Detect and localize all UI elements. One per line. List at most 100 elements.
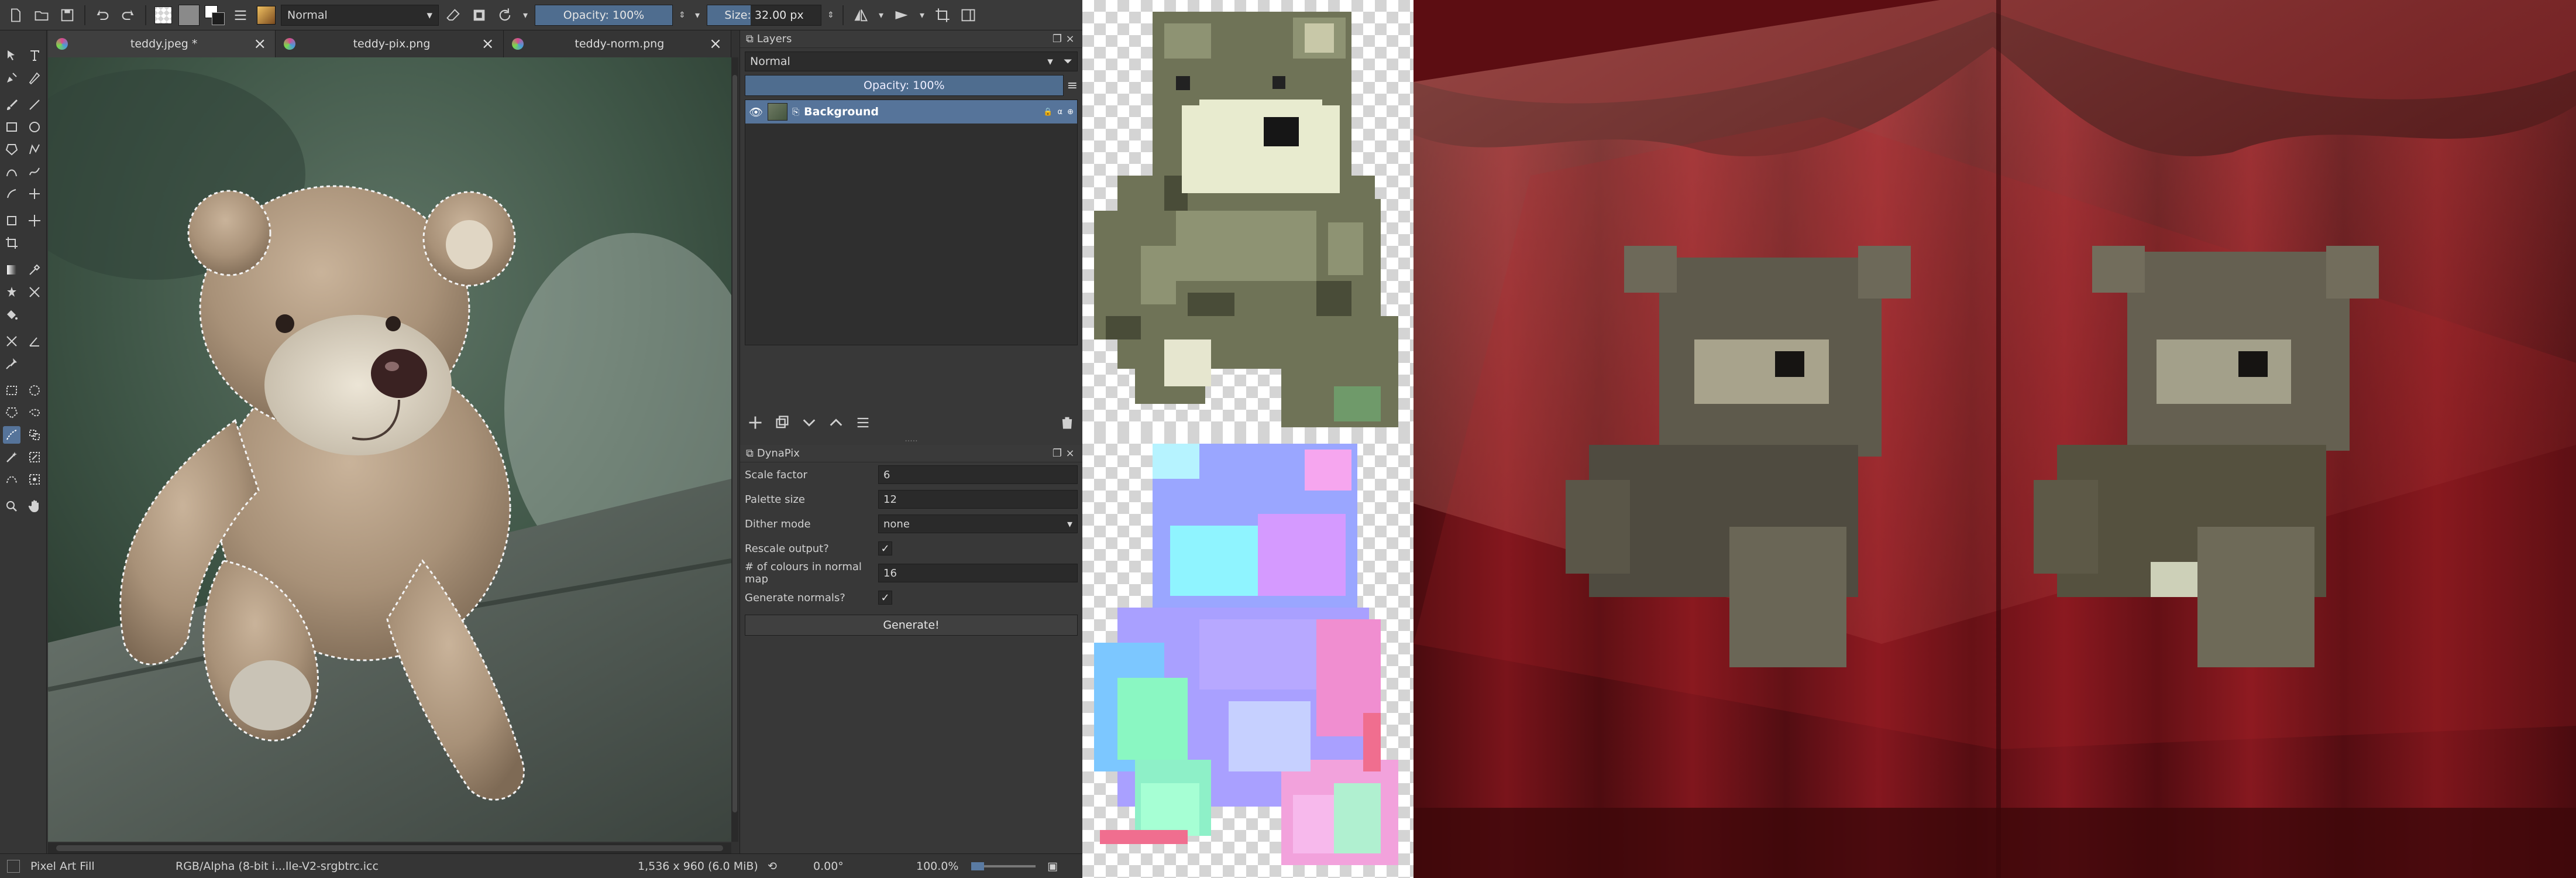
generate-button[interactable]: Generate!	[745, 615, 1078, 636]
rect-select-icon[interactable]	[3, 382, 20, 399]
generate-normals-checkbox[interactable]: ✓	[878, 591, 892, 605]
zoom-value[interactable]: 100.0%	[916, 860, 958, 873]
layer-properties-icon[interactable]	[855, 414, 871, 434]
canvas-only-icon[interactable]	[957, 4, 979, 26]
eraser-icon[interactable]	[442, 4, 465, 26]
layer-options-menu-icon[interactable]: ≡	[1067, 78, 1078, 93]
close-icon[interactable]: ×	[1064, 33, 1077, 45]
tab-teddy-norm[interactable]: teddy-norm.png ×	[503, 30, 731, 57]
gradient-pattern-icon[interactable]	[152, 4, 174, 26]
bezier-select-icon[interactable]	[3, 471, 20, 488]
opacity-slider[interactable]: Opacity: 100%	[535, 4, 673, 26]
scrollbar-thumb[interactable]	[732, 75, 737, 812]
spin-arrows-icon[interactable]: ⇕	[825, 4, 837, 26]
scrollbar-thumb[interactable]	[56, 845, 723, 851]
chevron-down-icon[interactable]: ▾	[875, 4, 887, 26]
color-profile-label[interactable]: RGB/Alpha (8-bit i...lle-V2-srgbtrc.icc	[176, 860, 379, 873]
freehand-path-icon[interactable]	[26, 163, 43, 180]
measure-tool-icon[interactable]	[3, 332, 20, 350]
chevron-down-icon[interactable]: ▾	[520, 4, 531, 26]
layer-opacity-slider[interactable]: Opacity: 100%	[745, 75, 1064, 96]
mirror-horizontal-icon[interactable]	[850, 4, 872, 26]
horizontal-scrollbar[interactable]	[48, 843, 731, 853]
line-tool-icon[interactable]	[26, 96, 43, 114]
fill-tool-icon[interactable]	[3, 306, 20, 323]
mirror-vertical-icon[interactable]	[890, 4, 913, 26]
vertical-scrollbar[interactable]	[731, 57, 738, 842]
rotation-value[interactable]: 0.00°	[813, 860, 844, 873]
move-layer-up-icon[interactable]	[828, 414, 844, 434]
polyline-tool-icon[interactable]	[26, 140, 43, 158]
rotate-icon[interactable]: ⟲	[768, 860, 777, 873]
smart-patch-icon[interactable]	[3, 283, 20, 301]
brush-settings-icon[interactable]	[229, 4, 252, 26]
angle-tool-icon[interactable]	[26, 332, 43, 350]
fullscreen-icon[interactable]: ▣	[1047, 860, 1058, 873]
dither-mode-select[interactable]: none ▾	[878, 515, 1078, 533]
polygon-tool-icon[interactable]	[3, 140, 20, 158]
eye-icon[interactable]: 👁	[749, 105, 763, 119]
zoom-slider-handle[interactable]	[971, 862, 984, 870]
layer-row-background[interactable]: 👁 ⎘ Background 🔒 α ⊕	[745, 100, 1077, 124]
chevron-down-icon[interactable]: ▾	[692, 4, 703, 26]
new-document-icon[interactable]	[5, 4, 27, 26]
edit-shapes-icon[interactable]	[3, 69, 20, 87]
move-layer-down-icon[interactable]	[801, 414, 817, 434]
zoom-tool-icon[interactable]	[3, 498, 20, 515]
multibrush-icon[interactable]	[26, 185, 43, 203]
open-folder-icon[interactable]	[30, 4, 53, 26]
duplicate-layer-icon[interactable]	[774, 414, 790, 434]
close-icon[interactable]: ×	[481, 35, 495, 53]
ellipse-tool-icon[interactable]	[26, 118, 43, 136]
float-docker-icon[interactable]: ❐	[1051, 33, 1064, 45]
docker-splitter[interactable]: ·····	[740, 437, 1082, 446]
rescale-output-checkbox[interactable]: ✓	[878, 541, 892, 555]
crop-tool-icon[interactable]	[3, 234, 20, 252]
alpha-lock-icon[interactable]	[468, 4, 490, 26]
color-swatch-icon[interactable]	[204, 4, 226, 26]
pan-tool-icon[interactable]	[26, 498, 43, 515]
tab-teddy-jpeg[interactable]: teddy.jpeg * ×	[48, 30, 276, 57]
dynamic-brush-icon[interactable]	[3, 185, 20, 203]
bezier-tool-icon[interactable]	[3, 163, 20, 180]
select-shapes-icon[interactable]	[3, 47, 20, 64]
wrap-around-icon[interactable]	[931, 4, 954, 26]
reload-preset-icon[interactable]	[494, 4, 516, 26]
reference-tool-icon[interactable]	[3, 355, 20, 372]
add-layer-icon[interactable]	[747, 414, 763, 434]
freehand-select-icon[interactable]	[26, 404, 43, 421]
normal-map-colours-input[interactable]: 16	[878, 564, 1078, 582]
lock-icon[interactable]: 🔒	[1043, 108, 1053, 116]
color-picker-icon[interactable]	[26, 261, 43, 279]
rectangle-tool-icon[interactable]	[3, 118, 20, 136]
delete-layer-icon[interactable]	[1059, 414, 1075, 434]
text-tool-icon[interactable]	[26, 47, 43, 64]
move-tool-icon[interactable]	[26, 212, 43, 229]
alpha-icon[interactable]: α	[1058, 108, 1063, 116]
palette-size-input[interactable]: 12	[878, 490, 1078, 509]
ellipse-select-icon[interactable]	[26, 382, 43, 399]
close-icon[interactable]: ×	[1064, 447, 1077, 459]
pixel-art-fill-icon[interactable]	[2, 426, 20, 444]
scale-factor-input[interactable]: 6	[878, 465, 1078, 484]
redo-icon[interactable]	[117, 4, 139, 26]
inherit-alpha-icon[interactable]: ⊕	[1067, 108, 1074, 116]
close-icon[interactable]: ×	[253, 35, 267, 53]
assistant-tool-icon[interactable]	[26, 283, 43, 301]
filter-icon[interactable]: ⏷	[1064, 55, 1072, 68]
magic-wand-icon[interactable]	[3, 448, 20, 466]
magnetic-select-icon[interactable]	[26, 471, 43, 488]
freehand-brush-icon[interactable]	[3, 96, 20, 114]
chevron-down-icon[interactable]: ▾	[916, 4, 928, 26]
tab-teddy-pix[interactable]: teddy-pix.png ×	[276, 30, 504, 57]
calligraphy-icon[interactable]	[26, 69, 43, 87]
canvas[interactable]	[48, 57, 731, 842]
contiguous-select-icon[interactable]	[26, 426, 43, 444]
spin-arrows-icon[interactable]: ⇕	[676, 4, 688, 26]
float-docker-icon[interactable]: ❐	[1051, 447, 1064, 459]
brush-preset-icon[interactable]	[255, 4, 277, 26]
blend-mode-select[interactable]: Normal ▾	[281, 4, 439, 26]
size-slider[interactable]: Size: 32.00 px	[707, 4, 821, 26]
layer-blend-mode-select[interactable]: Normal ▾ ⏷	[745, 52, 1078, 71]
similar-select-icon[interactable]	[26, 448, 43, 466]
